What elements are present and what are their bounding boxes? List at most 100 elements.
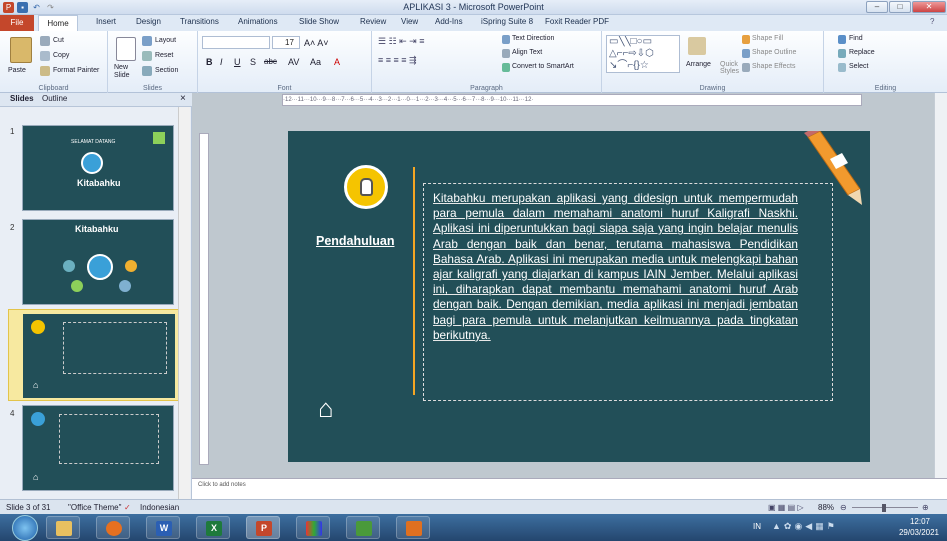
change-case-icon[interactable]: Aa: [310, 57, 321, 67]
editor-scrollbar[interactable]: [934, 93, 947, 478]
shape-effects-button[interactable]: Shape Effects: [752, 63, 795, 70]
tab-transitions[interactable]: Transitions: [180, 17, 219, 26]
tab-outline[interactable]: Outline: [42, 94, 67, 103]
view-buttons[interactable]: ▣ ▦ ▤ ▷: [768, 503, 804, 512]
replace-button[interactable]: Replace: [849, 49, 875, 56]
section-icon[interactable]: [142, 66, 152, 76]
tab-slideshow[interactable]: Slide Show: [299, 17, 339, 26]
find-button[interactable]: Find: [849, 35, 863, 42]
slide-thumbnail-3-selected[interactable]: ⌂: [8, 309, 180, 401]
format-painter-button[interactable]: Format Painter: [53, 67, 99, 74]
quick-styles-button[interactable]: Quick Styles: [720, 61, 740, 75]
cut-icon[interactable]: [40, 36, 50, 46]
help-icon[interactable]: ?: [930, 17, 934, 26]
cut-button[interactable]: Cut: [53, 37, 64, 44]
taskbar-word[interactable]: W: [146, 516, 180, 539]
hand-icon[interactable]: [344, 165, 388, 209]
select-icon[interactable]: [838, 63, 846, 72]
smartart-icon[interactable]: [502, 63, 510, 72]
italic-icon[interactable]: I: [220, 57, 223, 67]
select-button[interactable]: Select: [849, 63, 868, 70]
taskbar-firefox[interactable]: [96, 516, 130, 539]
shape-outline-icon[interactable]: [742, 49, 750, 58]
taskbar-app-grid[interactable]: [296, 516, 330, 539]
close-pane-icon[interactable]: ×: [180, 93, 186, 104]
char-spacing-icon[interactable]: AV: [288, 57, 299, 67]
text-direction-button[interactable]: Text Direction: [512, 35, 554, 42]
shape-outline-button[interactable]: Shape Outline: [752, 49, 796, 56]
grow-shrink-font-icon[interactable]: A˄ A˅: [304, 38, 329, 48]
tab-file[interactable]: File: [0, 15, 34, 31]
convert-smartart-button[interactable]: Convert to SmartArt: [512, 63, 574, 70]
tab-ispring[interactable]: iSpring Suite 8: [481, 17, 533, 26]
taskbar-excel[interactable]: X: [196, 516, 230, 539]
zoom-in-icon[interactable]: ⊕: [922, 503, 929, 512]
maximize-button[interactable]: □: [889, 1, 911, 13]
paste-button[interactable]: Paste: [8, 67, 26, 74]
slide-heading[interactable]: Pendahuluan: [316, 234, 394, 248]
clock-time[interactable]: 12:07: [898, 517, 942, 526]
notes-pane[interactable]: Click to add notes: [192, 478, 947, 499]
arrange-button[interactable]: Arrange: [686, 61, 711, 68]
minimize-button[interactable]: –: [866, 1, 888, 13]
zoom-out-icon[interactable]: ⊖: [840, 503, 847, 512]
shape-fill-button[interactable]: Shape Fill: [752, 35, 783, 42]
clock-date[interactable]: 29/03/2021: [894, 528, 944, 537]
shape-effects-icon[interactable]: [742, 63, 750, 72]
new-slide-icon[interactable]: [116, 37, 136, 61]
tab-addins[interactable]: Add-Ins: [435, 17, 463, 26]
tab-design[interactable]: Design: [136, 17, 161, 26]
copy-button[interactable]: Copy: [53, 52, 69, 59]
slide-thumbnail-1[interactable]: SELAMAT DATANG Kitabahku: [22, 125, 174, 211]
tray-icons[interactable]: ▲✿◉◀▦⚑: [772, 521, 838, 532]
shapes-gallery[interactable]: ▭╲╲□○▭ △⌐⌐⇨⇩⬡ ↘⌒⌐{}☆: [606, 35, 680, 73]
bullets-icon[interactable]: ☰ ☷ ⇤ ⇥ ≡: [378, 36, 424, 47]
arrange-icon[interactable]: [688, 37, 706, 55]
tab-slides[interactable]: Slides: [10, 94, 34, 103]
start-button[interactable]: [12, 515, 38, 541]
slide-thumbnail-4[interactable]: ⌂: [22, 405, 174, 491]
tab-review[interactable]: Review: [360, 17, 386, 26]
taskbar-app-orange[interactable]: [396, 516, 430, 539]
replace-icon[interactable]: [838, 49, 846, 58]
alignment-icon[interactable]: ≡ ≡ ≡ ≡ ⇶: [378, 55, 417, 66]
paste-icon[interactable]: [10, 37, 32, 63]
close-button[interactable]: ✕: [912, 1, 946, 13]
taskbar-app-green[interactable]: [346, 516, 380, 539]
slide-thumbnail-2[interactable]: Kitabahku: [22, 219, 174, 305]
tab-foxit[interactable]: Foxit Reader PDF: [545, 17, 609, 26]
align-text-icon[interactable]: [502, 49, 510, 58]
taskbar-explorer[interactable]: [46, 516, 80, 539]
tab-view[interactable]: View: [401, 17, 418, 26]
underline-icon[interactable]: U: [234, 57, 241, 67]
slide-canvas[interactable]: Pendahuluan Kitabahku merupakan aplikasi…: [288, 131, 870, 462]
tab-insert[interactable]: Insert: [96, 17, 116, 26]
home-icon[interactable]: ⌂: [318, 395, 334, 421]
reset-icon[interactable]: [142, 51, 152, 61]
theme-name[interactable]: "Office Theme": [68, 503, 121, 512]
bold-icon[interactable]: B: [206, 57, 213, 67]
input-language[interactable]: IN: [753, 522, 761, 531]
reset-button[interactable]: Reset: [155, 52, 173, 59]
font-name-box[interactable]: [202, 36, 270, 49]
shadow-icon[interactable]: S: [250, 57, 256, 67]
section-button[interactable]: Section: [155, 67, 178, 74]
font-color-icon[interactable]: A: [334, 57, 340, 67]
layout-icon[interactable]: [142, 36, 152, 46]
zoom-level[interactable]: 88%: [818, 503, 834, 512]
tab-animations[interactable]: Animations: [238, 17, 278, 26]
pane-scrollbar[interactable]: [178, 107, 190, 499]
align-text-button[interactable]: Align Text: [512, 49, 542, 56]
find-icon[interactable]: [838, 35, 846, 44]
font-size-box[interactable]: 17: [272, 36, 300, 49]
new-slide-button[interactable]: New Slide: [114, 64, 140, 80]
language[interactable]: Indonesian: [140, 503, 179, 512]
layout-button[interactable]: Layout: [155, 37, 176, 44]
format-painter-icon[interactable]: [40, 66, 50, 76]
slide-body-text[interactable]: Kitabahku merupakan aplikasi yang didesi…: [433, 191, 798, 343]
copy-icon[interactable]: [40, 51, 50, 61]
text-direction-icon[interactable]: [502, 35, 510, 44]
proofing-icon[interactable]: ✓: [124, 503, 131, 512]
shape-fill-icon[interactable]: [742, 35, 750, 44]
strikethrough-icon[interactable]: abc: [264, 57, 277, 66]
